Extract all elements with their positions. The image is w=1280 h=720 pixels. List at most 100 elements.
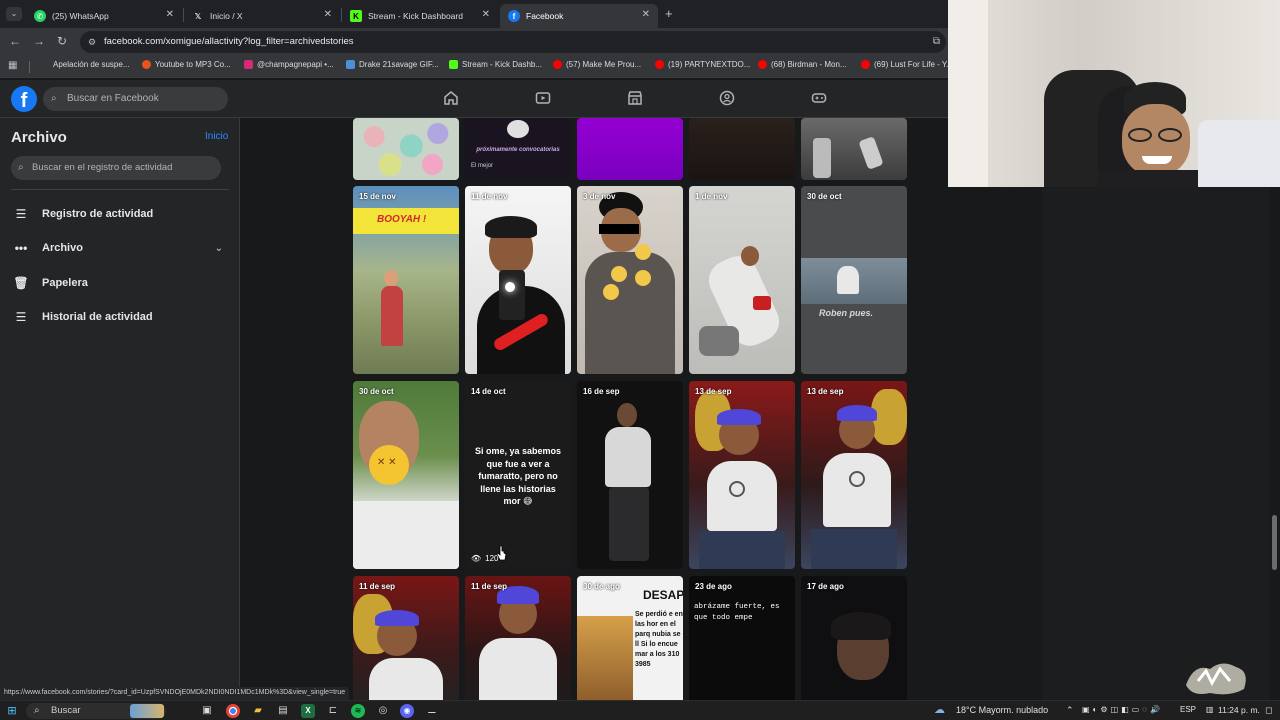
close-tab-icon[interactable]: ✕	[482, 9, 490, 20]
story-card[interactable]: Si ome, ya sabemos que fue a ver a fumar…	[465, 381, 571, 569]
story-date: 23 de ago	[695, 582, 732, 591]
sidebar-item-label: Registro de actividad	[42, 208, 154, 220]
network-icon[interactable]: ▥	[1206, 705, 1214, 714]
sidebar-item-archive[interactable]: ••• Archivo ⌄	[11, 234, 229, 262]
windows-start-icon[interactable]: ⊞	[5, 704, 19, 718]
sidebar-item-activity-log[interactable]: ☰ Registro de actividad	[11, 200, 229, 228]
back-icon[interactable]: ←	[9, 34, 21, 48]
more-icon: •••	[14, 241, 28, 255]
tray-chevron-icon[interactable]: ⌃	[1066, 705, 1074, 716]
story-card[interactable]: 3 de nov	[577, 186, 683, 374]
story-text: BOOYAH !	[377, 214, 427, 225]
tab-kick[interactable]: K Stream - Kick Dashboard ✕	[342, 4, 498, 28]
story-card[interactable]: Roben pues. 30 de oct	[801, 186, 907, 374]
groups-nav-icon[interactable]	[718, 90, 736, 108]
marketplace-nav-icon[interactable]	[626, 90, 644, 108]
story-card[interactable]: próximamente convocatorias El mejor	[465, 118, 571, 180]
close-tab-icon[interactable]: ✕	[166, 9, 174, 20]
story-card[interactable]: 13 de sep	[689, 381, 795, 569]
bookmarks-bar: ▦ Apelación de suspe... Youtube to MP3 C…	[0, 56, 953, 78]
story-card[interactable]	[577, 118, 683, 180]
webcam-overlay	[948, 0, 1280, 187]
reload-icon[interactable]: ↻	[57, 34, 67, 48]
chrome-icon[interactable]	[226, 704, 240, 718]
story-card[interactable]: abrázame fuerte, es que todo empe 23 de …	[689, 576, 795, 700]
story-text: abrázame fuerte, es que todo empe	[694, 603, 780, 622]
media-app-icon[interactable]: ▤	[276, 704, 290, 718]
home-nav-icon[interactable]	[442, 90, 460, 108]
archived-stories-grid: próximamente convocatorias El mejor BOOY…	[240, 118, 948, 700]
site-info-icon[interactable]: ⚙	[88, 31, 96, 53]
activity-search-input[interactable]: ⌕ Buscar en el registro de actividad	[11, 156, 221, 180]
story-card[interactable]	[689, 118, 795, 180]
story-date: 13 de sep	[695, 387, 732, 396]
story-text: Se perdió e en las hor en el parq nubia …	[635, 611, 683, 668]
apps-grid-icon[interactable]: ▦	[8, 60, 17, 71]
excel-icon[interactable]: X	[301, 704, 315, 718]
sidebar-item-trash[interactable]: 🗑 Papelera	[11, 269, 229, 297]
new-tab-button[interactable]: +	[665, 6, 673, 21]
story-date: 15 de nov	[359, 192, 396, 201]
obs-icon[interactable]: ◎	[376, 704, 390, 718]
tab-search-icon[interactable]: ⌄	[6, 7, 22, 21]
story-card[interactable]: BOOYAH ! 15 de nov	[353, 186, 459, 374]
close-tab-icon[interactable]: ✕	[642, 9, 650, 20]
scrollbar-thumb[interactable]	[1272, 515, 1277, 570]
story-text: próximamente convocatorias	[476, 147, 560, 153]
story-card[interactable]	[353, 118, 459, 180]
story-date: 11 de nov	[471, 192, 508, 201]
weather-text[interactable]: 18°C Mayorm. nublado	[956, 705, 1048, 715]
taskbar-search-input[interactable]: ⌕ Buscar	[26, 703, 166, 719]
install-app-icon[interactable]: ⧉	[933, 31, 940, 53]
tab-facebook[interactable]: f Facebook ✕	[500, 4, 658, 28]
facebook-search-input[interactable]: ⌕ Buscar en Facebook	[43, 87, 228, 111]
tab-x[interactable]: 𝕏 Inicio / X ✕	[184, 4, 340, 28]
language-indicator[interactable]: ESP	[1180, 705, 1196, 714]
spotify-icon[interactable]: ≋	[351, 704, 365, 718]
bookmark-item[interactable]: (57) Make Me Prou...	[553, 60, 641, 69]
story-card[interactable]	[801, 118, 907, 180]
kick-icon: K	[350, 10, 362, 22]
weather-icon[interactable]: ☁	[934, 703, 945, 716]
app-icon[interactable]: ⊏	[326, 704, 340, 718]
bookmark-item[interactable]: (69) Lust For Life - Y...	[861, 60, 953, 69]
page-scrollbar[interactable]	[1270, 118, 1278, 700]
notification-icon[interactable]: ◻	[1265, 705, 1272, 716]
bookmark-item[interactable]: Youtube to MP3 Co...	[142, 60, 231, 69]
story-card[interactable]: 17 de ago	[801, 576, 907, 700]
story-card[interactable]: ✕ ✕ 30 de oct	[353, 381, 459, 569]
forward-icon[interactable]: →	[33, 34, 45, 48]
story-card[interactable]: DESAP Se perdió e en las hor en el parq …	[577, 576, 683, 700]
bookmark-item[interactable]: @champagnepapi •...	[244, 60, 334, 69]
clock[interactable]: 11:24 p. m.	[1218, 705, 1260, 715]
bookmark-item[interactable]: Drake 21savage GIF...	[346, 60, 439, 69]
tray-icons[interactable]: ▣◐⚙◫◧▭◌🔊	[1082, 705, 1163, 714]
story-card[interactable]: 11 de nov	[465, 186, 571, 374]
eye-icon: 👁	[471, 554, 482, 563]
story-card[interactable]: 11 de sep	[353, 576, 459, 700]
whatsapp-icon: ✆	[34, 10, 46, 22]
story-card[interactable]: 11 de sep	[465, 576, 571, 700]
story-card[interactable]: 16 de sep	[577, 381, 683, 569]
video-nav-icon[interactable]	[534, 90, 552, 108]
sidebar-item-activity-history[interactable]: ☰ Historial de actividad	[11, 303, 229, 331]
home-link[interactable]: Inicio	[205, 131, 228, 142]
story-date: 11 de sep	[471, 582, 508, 591]
gaming-nav-icon[interactable]	[810, 90, 828, 108]
story-card[interactable]: 13 de sep	[801, 381, 907, 569]
tab-whatsapp[interactable]: ✆ (25) WhatsApp ✕	[26, 4, 182, 28]
file-explorer-icon[interactable]: ▰	[251, 704, 265, 718]
close-tab-icon[interactable]: ✕	[324, 9, 332, 20]
facebook-logo[interactable]: f	[11, 86, 37, 112]
bookmark-item[interactable]: Apelación de suspe...	[40, 60, 130, 69]
bookmark-item[interactable]: (19) PARTYNEXTDO...	[655, 60, 750, 69]
story-card[interactable]: 1 de nov	[689, 186, 795, 374]
search-highlight-image	[130, 704, 164, 718]
bookmark-item[interactable]: (68) Birdman - Mon...	[758, 60, 847, 69]
activity-sidebar: Archivo Inicio ⌕ Buscar en el registro d…	[0, 118, 240, 688]
task-view-icon[interactable]: ▣	[200, 704, 214, 718]
terminal-icon[interactable]: ⚊	[425, 704, 439, 718]
discord-icon[interactable]: ◉	[400, 704, 414, 718]
address-bar[interactable]: ⚙ facebook.com/xomigue/allactivity?log_f…	[80, 31, 946, 53]
bookmark-item[interactable]: Stream - Kick Dashb...	[449, 60, 542, 69]
